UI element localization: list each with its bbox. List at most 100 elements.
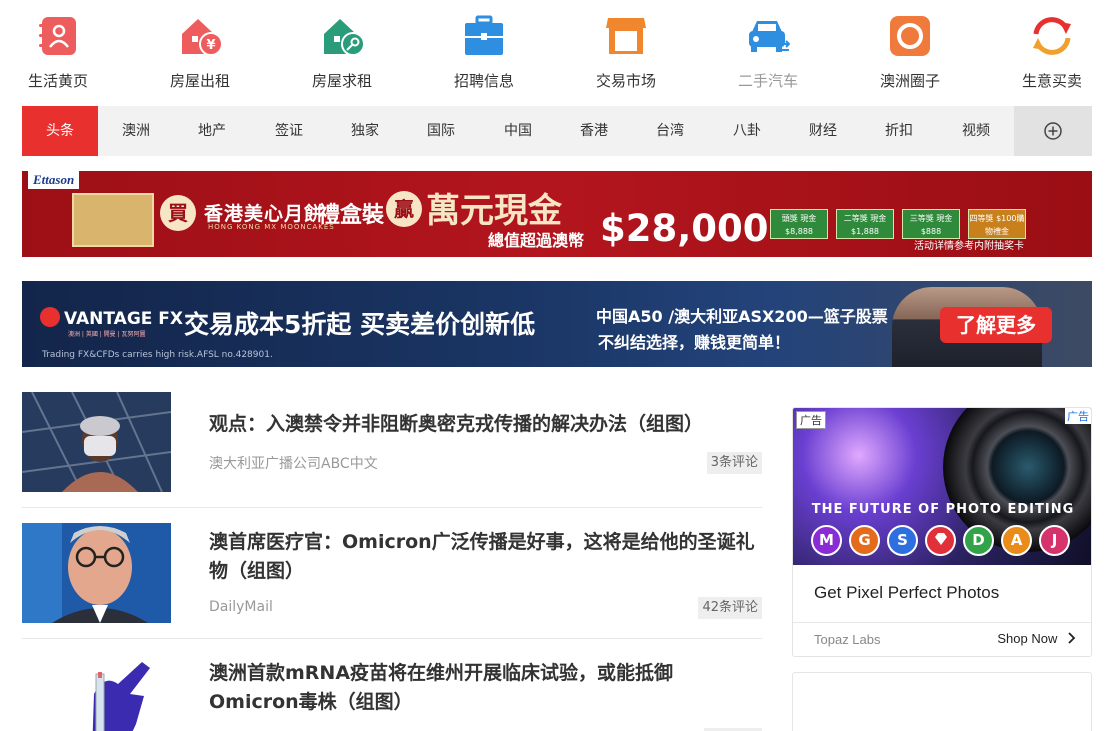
article-item[interactable]: 观点：入澳禁令并非阻断奥密克戎传播的解决办法（组图） 澳大利亚广播公司ABC中文…: [22, 392, 762, 492]
chevron-right-icon: [1068, 632, 1076, 644]
tab-china[interactable]: 中国: [480, 106, 556, 156]
adchoices-label[interactable]: 广告: [1065, 408, 1091, 424]
more-tabs-button[interactable]: [1014, 106, 1092, 156]
svg-text:¥: ¥: [206, 38, 215, 53]
mooncake-banner-ad[interactable]: Ettason 買 香港美心月餅 HONG KONG MX MOONCAKES …: [22, 171, 1092, 257]
nav-icon-market[interactable]: 交易市场: [581, 14, 671, 91]
product-badges: M G S D A J: [811, 525, 1070, 556]
vantage-logo: VANTAGE FX: [40, 307, 183, 329]
ad-label: 广告: [796, 411, 826, 429]
vantage-logo-text: VANTAGE FX: [64, 309, 184, 329]
vantage-logo-icon: [40, 307, 60, 327]
tab-visa[interactable]: 签证: [251, 106, 327, 156]
shop-now-label: Shop Now: [997, 631, 1058, 646]
nav-icon-jobs[interactable]: 招聘信息: [439, 14, 529, 91]
article-title[interactable]: 澳洲首款mRNA疫苗将在维州开展临床试验，或能抵御Omicron毒株（组图）: [209, 659, 762, 717]
tab-australia[interactable]: 澳洲: [98, 106, 174, 156]
tab-international[interactable]: 国际: [403, 106, 479, 156]
nav-icon-yellow-pages[interactable]: 生活黄页: [13, 14, 103, 91]
product-name-en: HONG KONG MX MOONCAKES: [208, 223, 335, 231]
advertiser-name: Topaz Labs: [814, 632, 881, 647]
car-icon: [749, 21, 790, 52]
tab-hongkong[interactable]: 香港: [556, 106, 632, 156]
mooncake-box-image: [72, 193, 154, 247]
tab-video[interactable]: 视频: [938, 106, 1014, 156]
tab-finance[interactable]: 财经: [785, 106, 861, 156]
divider: [22, 638, 762, 639]
ettason-logo: Ettason: [28, 171, 80, 189]
category-tab-bar: 头条 澳洲 地产 签证 独家 国际 中国 香港 台湾 八卦 财经 折扣 视频: [22, 106, 1092, 156]
learn-more-button[interactable]: 了解更多: [940, 307, 1052, 343]
address-book-icon: [39, 17, 76, 55]
banner-line-2: 不纠结选择，赚钱更简单！: [598, 333, 791, 352]
article-thumbnail[interactable]: [22, 392, 171, 492]
banner-line-1: 中国A50 /澳大利亚ASX200—篮子股票: [596, 307, 888, 326]
shop-now-button[interactable]: Shop Now: [997, 631, 1077, 646]
nav-icon-business[interactable]: 生意买卖: [1007, 14, 1097, 91]
vantage-banner-ad[interactable]: VANTAGE FX 澳洲 | 英國 | 開曼 | 瓦努阿圖 交易成本5折起 买…: [22, 281, 1092, 367]
ad-headline[interactable]: Get Pixel Perfect Photos: [814, 583, 999, 603]
prize-tile: 四等獎 $100購物禮金: [968, 209, 1026, 239]
nav-icon-label: 房屋出租: [169, 72, 230, 90]
circle-icon: [890, 16, 930, 56]
article-thumbnail[interactable]: [22, 523, 171, 623]
prize-subtitle: 總值超過澳幣: [488, 231, 585, 250]
article-item[interactable]: 澳首席医疗官：Omicron广泛传播是好事，这将是给他的圣诞礼物（组图） Dai…: [22, 523, 762, 623]
comment-count[interactable]: 42条评论: [698, 597, 762, 619]
package-text: 禮盒裝: [318, 203, 385, 228]
nav-icon-label: 招聘信息: [453, 72, 514, 90]
briefcase-icon: [465, 15, 503, 55]
badge-a: A: [1001, 525, 1032, 556]
house-key-icon: [324, 19, 364, 56]
ad-image-text: THE FUTURE OF PHOTO EDITING: [811, 502, 1075, 517]
comment-count[interactable]: 3条评论: [706, 452, 762, 474]
house-rent-icon: ¥: [182, 19, 222, 56]
article-source: DailyMail: [209, 599, 273, 615]
prize-tile: 頭獎 現金$8,888: [770, 209, 828, 239]
prize-tile: 三等獎 現金$888: [902, 209, 960, 239]
nav-icon-label: 生意买卖: [1021, 72, 1082, 90]
exchange-arrows-icon: [1033, 17, 1071, 55]
banner-headline: 交易成本5折起 买卖差价创新低: [184, 310, 536, 339]
win-badge: 贏: [386, 191, 422, 227]
badge-g: G: [849, 525, 880, 556]
buy-badge: 買: [160, 195, 196, 231]
badge-s: S: [887, 525, 918, 556]
vantage-logo-sub: 澳洲 | 英國 | 開曼 | 瓦努阿圖: [68, 331, 146, 338]
badge-d: D: [963, 525, 994, 556]
article-title[interactable]: 观点：入澳禁令并非阻断奥密克戎传播的解决办法（组图）: [209, 410, 762, 439]
nav-icon-house-wanted[interactable]: 房屋求租: [297, 14, 387, 91]
nav-icon-house-rent[interactable]: ¥ 房屋出租: [155, 14, 245, 91]
article-source: 澳大利亚广播公司ABC中文: [209, 456, 378, 472]
article-title[interactable]: 澳首席医疗官：Omicron广泛传播是好事，这将是给他的圣诞礼物（组图）: [209, 528, 762, 586]
plus-circle-icon: [1044, 122, 1062, 140]
sidebar-display-ad[interactable]: 广告 广告 THE FUTURE OF PHOTO EDITING M G S …: [792, 407, 1092, 657]
tab-property[interactable]: 地产: [174, 106, 250, 156]
badge-j: J: [1039, 525, 1070, 556]
banner-disclaimer: Trading FX&CFDs carries high risk.AFSL n…: [42, 350, 273, 360]
prize-tile: 二等獎 現金$1,888: [836, 209, 894, 239]
nav-icon-used-cars[interactable]: 二手汽车: [723, 14, 813, 91]
category-icon-row: 生活黄页 ¥ 房屋出租 房屋求租 招聘信息 交易市场 二手汽车 澳洲圈子 生意买…: [0, 0, 1110, 100]
badge-m: M: [811, 525, 842, 556]
badge-diamond: [925, 525, 956, 556]
nav-icon-label: 生活黄页: [27, 72, 88, 90]
nav-icon-circles[interactable]: 澳洲圈子: [865, 14, 955, 91]
article-item[interactable]: 澳洲首款mRNA疫苗将在维州开展临床试验，或能抵御Omicron毒株（组图）: [22, 654, 762, 731]
nav-icon-label: 房屋求租: [311, 72, 372, 90]
tab-discounts[interactable]: 折扣: [861, 106, 937, 156]
nav-icon-label: 二手汽车: [737, 72, 798, 90]
sidebar-ad-placeholder: [792, 672, 1092, 731]
ad-footer: Topaz Labs Shop Now: [793, 622, 1091, 656]
storefront-icon: [606, 18, 646, 54]
tab-gossip[interactable]: 八卦: [709, 106, 785, 156]
divider: [22, 507, 762, 508]
tab-exclusive[interactable]: 独家: [327, 106, 403, 156]
diamond-icon: [934, 533, 947, 545]
prize-amount: $28,000: [600, 207, 769, 250]
tab-headlines[interactable]: 头条: [22, 106, 98, 156]
article-thumbnail[interactable]: [22, 654, 171, 731]
nav-icon-label: 澳洲圈子: [879, 72, 940, 90]
prize-title: 萬元現金: [426, 191, 562, 231]
tab-taiwan[interactable]: 台湾: [632, 106, 708, 156]
